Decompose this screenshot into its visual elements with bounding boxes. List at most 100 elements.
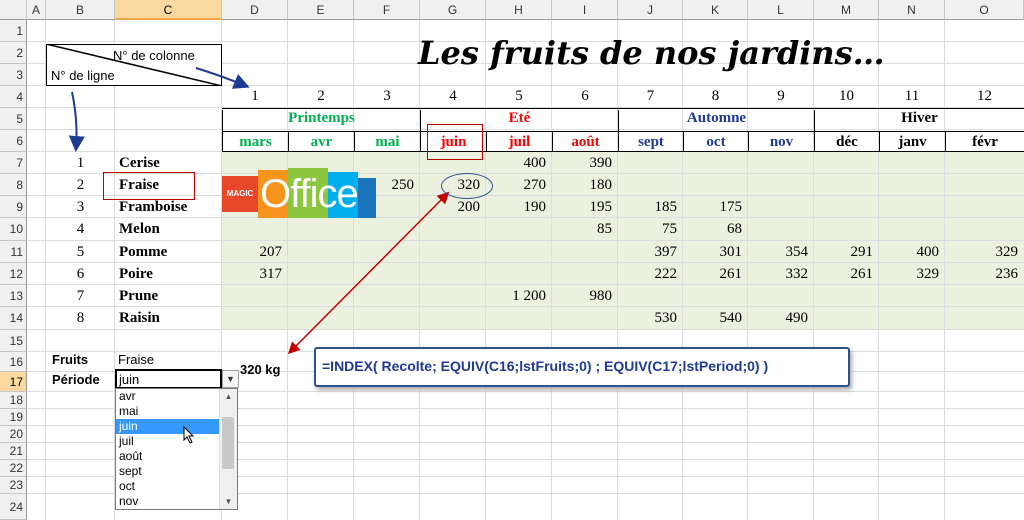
row-header-13[interactable]: 13 xyxy=(0,285,27,307)
column-header-n[interactable]: N xyxy=(879,0,945,20)
column-header-o[interactable]: O xyxy=(945,0,1024,20)
column-header-b[interactable]: B xyxy=(46,0,115,20)
row-header-7[interactable]: 7 xyxy=(0,152,27,174)
value-cell[interactable]: 175 xyxy=(683,196,748,218)
row-header-12[interactable]: 12 xyxy=(0,263,27,285)
row-header-15[interactable]: 15 xyxy=(0,330,27,352)
row-header-3[interactable]: 3 xyxy=(0,64,27,86)
value-cell[interactable]: 75 xyxy=(618,218,683,241)
value-cell[interactable]: 980 xyxy=(552,285,618,307)
dropdown-option[interactable]: oct xyxy=(116,479,220,494)
column-header-i[interactable]: I xyxy=(552,0,618,20)
row-header-4[interactable]: 4 xyxy=(0,86,27,108)
dropdown-option[interactable]: avr xyxy=(116,389,220,404)
value-cell[interactable]: 332 xyxy=(748,263,814,285)
fruits-value-cell[interactable]: Fraise xyxy=(118,352,154,367)
row-header-14[interactable]: 14 xyxy=(0,307,27,330)
column-header-j[interactable]: J xyxy=(618,0,683,20)
period-select-cell[interactable]: juin xyxy=(115,369,222,389)
period-dropdown-list[interactable]: avr mai juin juil août sept oct nov ▲ ▼ xyxy=(115,388,238,510)
period-label: Période xyxy=(52,372,100,387)
row-header-23[interactable]: 23 xyxy=(0,477,27,494)
value-cell[interactable]: 397 xyxy=(618,241,683,263)
value-cell[interactable]: 222 xyxy=(618,263,683,285)
row-header-8[interactable]: 8 xyxy=(0,174,27,196)
row-header-6[interactable]: 6 xyxy=(0,130,27,152)
value-cell[interactable]: 390 xyxy=(552,152,618,174)
value-cell[interactable]: 317 xyxy=(222,263,288,285)
column-header-h[interactable]: H xyxy=(486,0,552,20)
dropdown-option[interactable]: nov xyxy=(116,494,220,509)
dropdown-option[interactable]: sept xyxy=(116,464,220,479)
value-cell[interactable]: 400 xyxy=(486,152,552,174)
column-header-f[interactable]: F xyxy=(354,0,420,20)
logo-magic-block: MAGIC xyxy=(222,176,258,212)
column-header-l[interactable]: L xyxy=(748,0,814,20)
col-number: 6 xyxy=(581,88,589,104)
row-header-16[interactable]: 16 xyxy=(0,352,27,372)
fruit-name: Pomme xyxy=(119,244,168,260)
row-header-18[interactable]: 18 xyxy=(0,392,27,409)
value-cell[interactable]: 261 xyxy=(683,263,748,285)
value-cell[interactable]: 291 xyxy=(814,241,879,263)
value-cell[interactable]: 185 xyxy=(618,196,683,218)
col-number: 2 xyxy=(317,88,325,104)
fruit-number: 5 xyxy=(76,244,85,260)
fruit-number: 4 xyxy=(76,221,85,237)
value-cell[interactable]: 68 xyxy=(683,218,748,241)
value-cell[interactable]: 400 xyxy=(879,241,945,263)
row-header-2[interactable]: 2 xyxy=(0,42,27,64)
column-header-g[interactable]: G xyxy=(420,0,486,20)
column-header-k[interactable]: K xyxy=(683,0,748,20)
row-header-10[interactable]: 10 xyxy=(0,218,27,241)
value-cell[interactable]: 301 xyxy=(683,241,748,263)
value-cell[interactable]: 530 xyxy=(618,307,683,330)
value-cell[interactable]: 490 xyxy=(748,307,814,330)
column-header-m[interactable]: M xyxy=(814,0,879,20)
value-cell[interactable]: 329 xyxy=(879,263,945,285)
value-cell[interactable]: 236 xyxy=(945,263,1024,285)
col-number: 5 xyxy=(515,88,523,104)
fruit-name: Cerise xyxy=(119,155,160,171)
value-cell[interactable]: 329 xyxy=(945,241,1024,263)
period-dropdown-button[interactable]: ▼ xyxy=(222,370,239,388)
value-cell[interactable]: 207 xyxy=(222,241,288,263)
scroll-up-icon[interactable]: ▲ xyxy=(220,389,237,404)
row-header-19[interactable]: 19 xyxy=(0,409,27,426)
month-header: nov xyxy=(748,131,814,152)
column-header-d[interactable]: D xyxy=(222,0,288,20)
row-header-20[interactable]: 20 xyxy=(0,426,27,443)
column-header-c[interactable]: C xyxy=(115,0,222,20)
dropdown-scrollbar[interactable]: ▲ ▼ xyxy=(219,389,237,509)
value-cell[interactable]: 190 xyxy=(486,196,552,218)
row-header-11[interactable]: 11 xyxy=(0,241,27,263)
value-cell[interactable]: 195 xyxy=(552,196,618,218)
value-cell[interactable]: 540 xyxy=(683,307,748,330)
col-number: 12 xyxy=(977,88,992,104)
month-header: févr xyxy=(945,131,1024,152)
value-cell[interactable]: 1 200 xyxy=(486,285,552,307)
scroll-down-icon[interactable]: ▼ xyxy=(220,494,237,509)
value-cell[interactable]: 270 xyxy=(486,174,552,196)
scroll-thumb[interactable] xyxy=(222,417,234,469)
column-header-a[interactable]: A xyxy=(27,0,46,20)
value-cell[interactable]: 180 xyxy=(552,174,618,196)
dropdown-option[interactable]: juin xyxy=(116,419,220,434)
row-header-5[interactable]: 5 xyxy=(0,108,27,130)
value-cell[interactable]: 354 xyxy=(748,241,814,263)
row-header-17[interactable]: 17 xyxy=(0,372,27,392)
row-header-22[interactable]: 22 xyxy=(0,460,27,477)
dropdown-option[interactable]: juil xyxy=(116,434,220,449)
dropdown-option[interactable]: août xyxy=(116,449,220,464)
value-cell[interactable]: 261 xyxy=(814,263,879,285)
value-cell[interactable]: 85 xyxy=(552,218,618,241)
row-header-9[interactable]: 9 xyxy=(0,196,27,218)
row-header-1[interactable]: 1 xyxy=(0,20,27,42)
value-cell[interactable]: 200 xyxy=(420,196,486,218)
dropdown-option[interactable]: mai xyxy=(116,404,220,419)
col-number: 10 xyxy=(839,88,854,104)
select-all-corner[interactable] xyxy=(0,0,27,20)
row-header-21[interactable]: 21 xyxy=(0,443,27,460)
row-header-24[interactable]: 24 xyxy=(0,494,27,520)
column-header-e[interactable]: E xyxy=(288,0,354,20)
